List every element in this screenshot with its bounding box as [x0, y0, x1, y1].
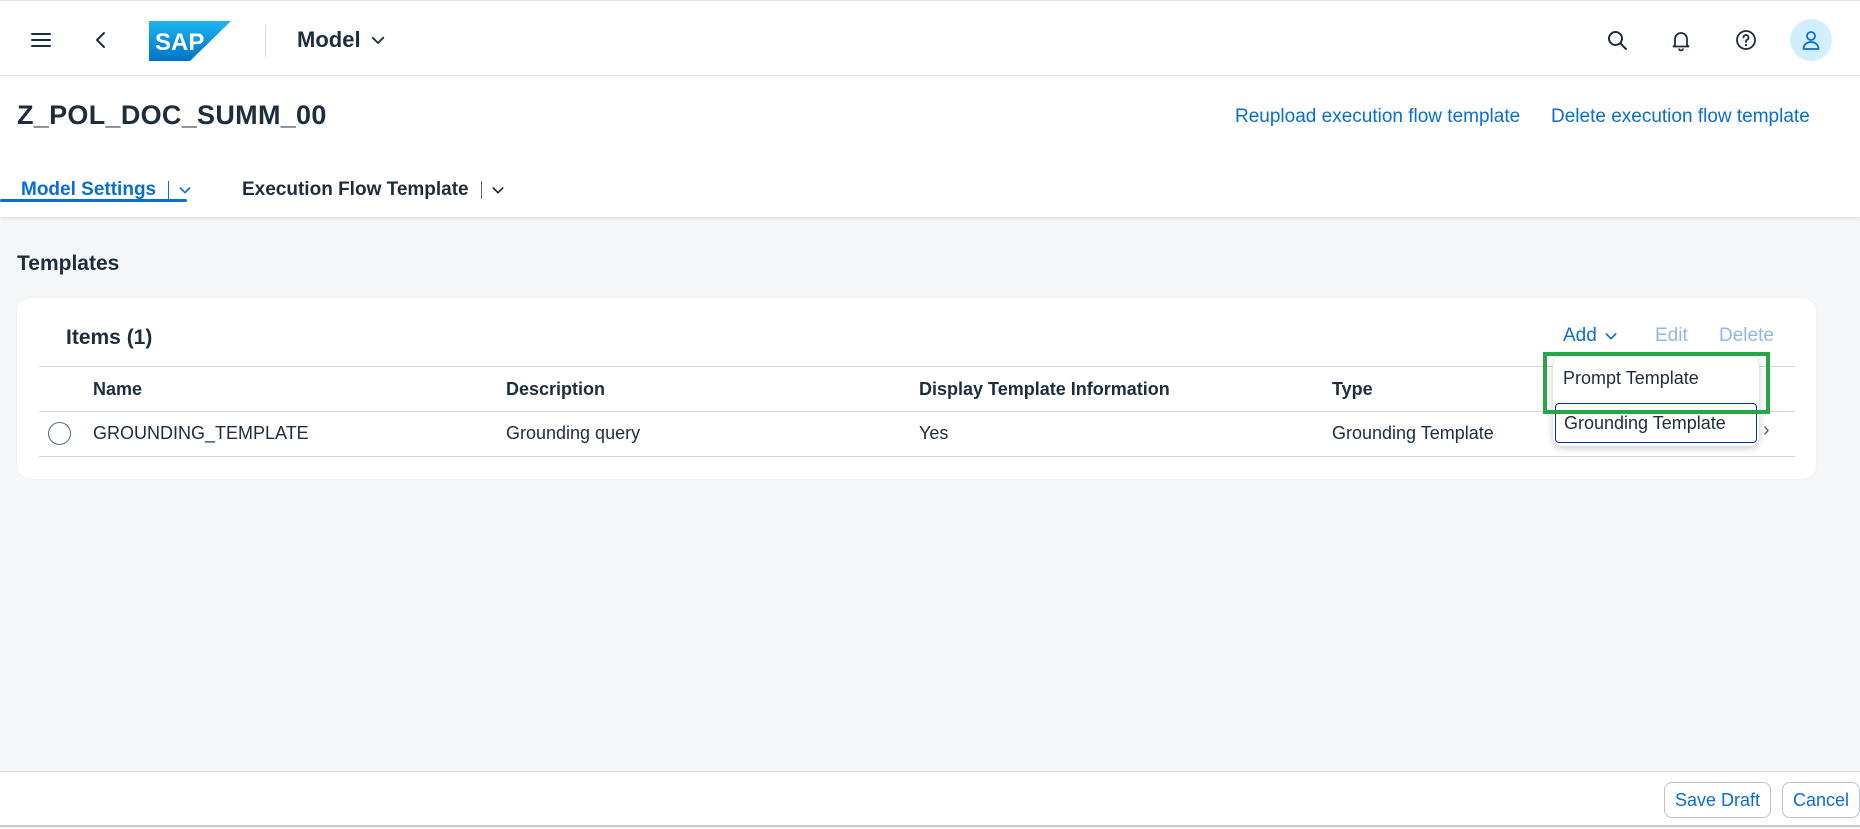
product-title: Model	[297, 27, 361, 52]
menu-item-prompt-template[interactable]: Prompt Template	[1553, 358, 1759, 398]
section-title: Templates	[17, 252, 120, 275]
help-icon[interactable]	[1724, 18, 1768, 62]
product-switch[interactable]: Model	[297, 27, 387, 53]
header-row-border	[39, 411, 1795, 412]
cell-type: Grounding Template	[1332, 423, 1494, 443]
cell-name: GROUNDING_TEMPLATE	[93, 423, 309, 443]
add-button[interactable]: Add	[1563, 325, 1619, 347]
column-header-description: Description	[506, 379, 606, 399]
column-header-name: Name	[93, 379, 143, 399]
add-menu-popover: Prompt Template Grounding Template	[1553, 356, 1759, 446]
cell-description: Grounding query	[506, 423, 641, 443]
table-title: Items (1)	[66, 326, 153, 349]
chevron-right-icon[interactable]: ›	[1763, 419, 1770, 442]
back-icon[interactable]	[79, 18, 123, 62]
object-header: Z_POL_DOC_SUMM_00 Reupload execution flo…	[0, 76, 1860, 217]
reupload-template-link[interactable]: Reupload execution flow template	[1235, 106, 1520, 128]
footer-bar: Save Draft Cancel	[0, 771, 1860, 827]
sap-logo[interactable]: SAP	[149, 21, 231, 61]
chevron-down-icon	[371, 36, 384, 44]
tab-label: Model Settings	[21, 179, 157, 200]
bell-icon[interactable]	[1659, 18, 1703, 62]
column-header-display-template-information: Display Template Information	[919, 379, 1170, 399]
tab-execution-flow-template[interactable]: Execution Flow Template	[242, 166, 506, 214]
menu-item-grounding-template[interactable]: Grounding Template	[1555, 403, 1757, 443]
shell-separator	[265, 25, 266, 57]
chevron-down-icon	[1605, 333, 1617, 340]
table-top-border	[39, 366, 1795, 367]
edit-button[interactable]: Edit	[1655, 325, 1688, 347]
delete-button[interactable]: Delete	[1719, 325, 1774, 347]
search-icon[interactable]	[1595, 18, 1639, 62]
user-icon	[1802, 31, 1820, 50]
tab-model-settings[interactable]: Model Settings	[21, 166, 193, 214]
tab-label: Execution Flow Template	[242, 179, 469, 200]
save-draft-button[interactable]: Save Draft	[1664, 782, 1772, 818]
user-avatar[interactable]	[1790, 19, 1832, 61]
menu-icon[interactable]	[19, 18, 63, 62]
shell-bar: SAP Model	[0, 0, 1860, 76]
add-button-label: Add	[1563, 325, 1597, 346]
cancel-button[interactable]: Cancel	[1782, 782, 1860, 818]
delete-template-link[interactable]: Delete execution flow template	[1551, 106, 1810, 128]
page-title: Z_POL_DOC_SUMM_00	[17, 100, 327, 130]
table-bottom-border	[39, 456, 1795, 457]
chevron-down-icon[interactable]	[177, 182, 193, 198]
sap-logo-text: SAP	[155, 29, 204, 56]
tab-selected-indicator	[0, 199, 187, 202]
templates-table-card: Items (1) Add Edit Delete Name Descripti…	[17, 298, 1816, 479]
column-header-type: Type	[1332, 379, 1373, 399]
cell-display-info: Yes	[919, 423, 949, 443]
chevron-down-icon[interactable]	[490, 182, 506, 198]
row-select-radio[interactable]	[48, 422, 71, 445]
